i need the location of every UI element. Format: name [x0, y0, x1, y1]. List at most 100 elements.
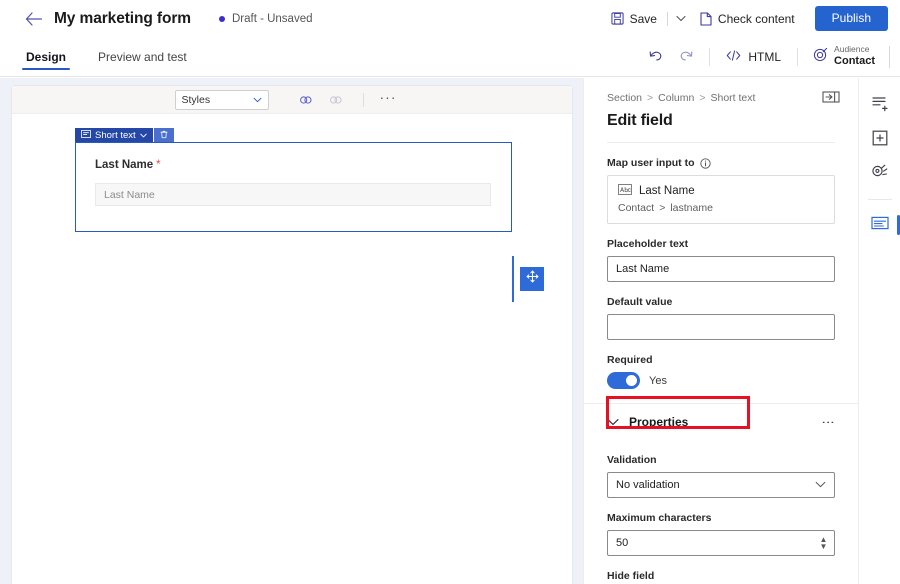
mapped-attribute: lastname: [670, 202, 713, 214]
panel-title: Edit field: [607, 112, 835, 130]
right-icon-rail: [858, 78, 900, 584]
rail-theme-button[interactable]: [864, 158, 896, 190]
chevron-down-icon: [607, 418, 619, 426]
rail-divider: [868, 199, 892, 200]
properties-section-title: Properties: [629, 415, 688, 429]
top-command-bar: My marketing form Draft - Unsaved Save: [0, 0, 900, 37]
rail-add-layout-button[interactable]: [864, 124, 896, 156]
mapped-field-card[interactable]: Last Name Contact>lastname: [607, 175, 835, 224]
canvas-toolbar: Styles: [12, 86, 572, 114]
mapped-field-path: Contact > lastname: [618, 202, 824, 214]
add-layout-icon: [871, 129, 889, 152]
hide-field-label: Hide field: [607, 570, 835, 582]
audience-button[interactable]: Audience Contact: [807, 42, 881, 70]
required-toggle[interactable]: [607, 372, 640, 389]
tab-design[interactable]: Design: [22, 37, 70, 76]
trash-icon: [160, 130, 168, 142]
save-disk-icon: [611, 12, 624, 25]
breadcrumb-separator: >: [647, 92, 653, 104]
tab-preview-and-test[interactable]: Preview and test: [94, 37, 191, 76]
form-field-short-text[interactable]: Last Name* Last Name: [75, 142, 512, 232]
info-circle-icon[interactable]: [700, 158, 711, 169]
chevron-down-icon: [140, 130, 147, 141]
toolbar-divider-2: [797, 48, 798, 66]
save-options-chevron-down-icon[interactable]: [670, 10, 692, 27]
stepper-down-icon[interactable]: ▼: [816, 543, 831, 550]
publish-button[interactable]: Publish: [815, 6, 888, 31]
hide-field-group: Hide field No: [607, 570, 835, 584]
breadcrumb-item-short-text[interactable]: Short text: [711, 92, 756, 104]
html-button[interactable]: HTML: [719, 46, 788, 68]
map-user-input-group: Map user input to: [607, 157, 835, 224]
required-group: Required Yes: [607, 354, 835, 389]
maximum-characters-group: Maximum characters ▲ ▼: [607, 512, 835, 556]
chevron-down-icon: [815, 479, 826, 491]
chevron-down-icon: [253, 94, 262, 106]
canvas-more-options-button[interactable]: ···: [380, 90, 397, 109]
top-actions: Save Check content Publish: [603, 6, 888, 31]
canvas-toolbar-actions: ···: [295, 90, 397, 110]
abc-field-icon: [618, 184, 632, 198]
properties-section-body: Validation No validation Maximum charact…: [584, 454, 858, 584]
default-value-label: Default value: [607, 296, 835, 308]
required-label: Required: [607, 354, 835, 366]
field-selection-badge: Short text: [75, 128, 174, 143]
placeholder-text-label: Placeholder text: [607, 238, 835, 250]
field-input-preview[interactable]: Last Name: [95, 183, 491, 206]
default-value-group: Default value: [607, 296, 835, 340]
status-text: Draft - Unsaved: [232, 13, 313, 25]
maximum-characters-stepper[interactable]: ▲ ▼: [607, 530, 835, 556]
back-arrow-icon[interactable]: [22, 8, 44, 30]
panel-body: Map user input to: [584, 157, 858, 389]
required-toggle-value: Yes: [649, 375, 667, 387]
rail-add-section-button[interactable]: [864, 90, 896, 122]
field-label-text: Last Name: [95, 159, 153, 171]
check-content-label: Check content: [718, 12, 795, 26]
html-label: HTML: [748, 50, 781, 64]
required-toggle-row: Yes: [607, 372, 835, 389]
save-button[interactable]: Save: [603, 7, 665, 31]
breadcrumb-item-column[interactable]: Column: [658, 92, 694, 104]
mapped-path-separator: >: [659, 202, 665, 214]
default-value-input[interactable]: [607, 314, 835, 340]
stepper-arrows: ▲ ▼: [816, 531, 834, 555]
panel-header-divider: [607, 142, 835, 143]
validation-dropdown[interactable]: No validation: [607, 472, 835, 498]
field-type-dropdown[interactable]: Short text: [75, 128, 153, 143]
rail-fields-button[interactable]: [864, 209, 896, 241]
toolbar-divider-3: [889, 46, 890, 68]
panel-header: Section > Column > Short text Edit field: [584, 78, 858, 143]
collapse-panel-icon[interactable]: [822, 90, 840, 106]
save-split-divider: [667, 12, 668, 26]
tab-list: Design Preview and test: [22, 37, 215, 76]
properties-panel: Section > Column > Short text Edit field: [583, 78, 858, 584]
link-icon[interactable]: [295, 90, 317, 110]
undo-button[interactable]: [642, 44, 670, 70]
field-drag-rail: [512, 256, 514, 302]
field-type-label: Short text: [95, 130, 136, 141]
breadcrumb-item-section[interactable]: Section: [607, 92, 642, 104]
map-user-input-label-text: Map user input to: [607, 157, 695, 169]
toggle-knob: [626, 375, 637, 386]
validation-selected-value: No validation: [616, 479, 680, 491]
placeholder-text-input[interactable]: [607, 256, 835, 282]
redo-button[interactable]: [672, 44, 700, 70]
theme-brush-icon: [871, 163, 889, 186]
styles-dropdown[interactable]: Styles: [175, 90, 269, 110]
more-vertical-icon[interactable]: ⋮: [822, 416, 835, 429]
check-content-button[interactable]: Check content: [692, 7, 803, 31]
save-label: Save: [630, 12, 657, 26]
validation-label: Validation: [607, 454, 835, 466]
move-arrows-icon: [526, 270, 539, 288]
delete-field-button[interactable]: [154, 128, 174, 143]
audience-labels: Audience Contact: [834, 45, 875, 67]
properties-section-header[interactable]: Properties ⋮: [584, 404, 858, 440]
canvas-toolbar-divider: [363, 93, 364, 107]
mapped-entity: Contact: [618, 202, 654, 214]
unlink-icon: [325, 90, 347, 110]
maximum-characters-input[interactable]: [608, 531, 816, 555]
field-move-handle[interactable]: [520, 267, 544, 291]
page-title: My marketing form: [54, 10, 191, 28]
sub-toolbar-actions: HTML Audience Contact: [642, 42, 890, 70]
code-brackets-icon: [726, 50, 741, 64]
